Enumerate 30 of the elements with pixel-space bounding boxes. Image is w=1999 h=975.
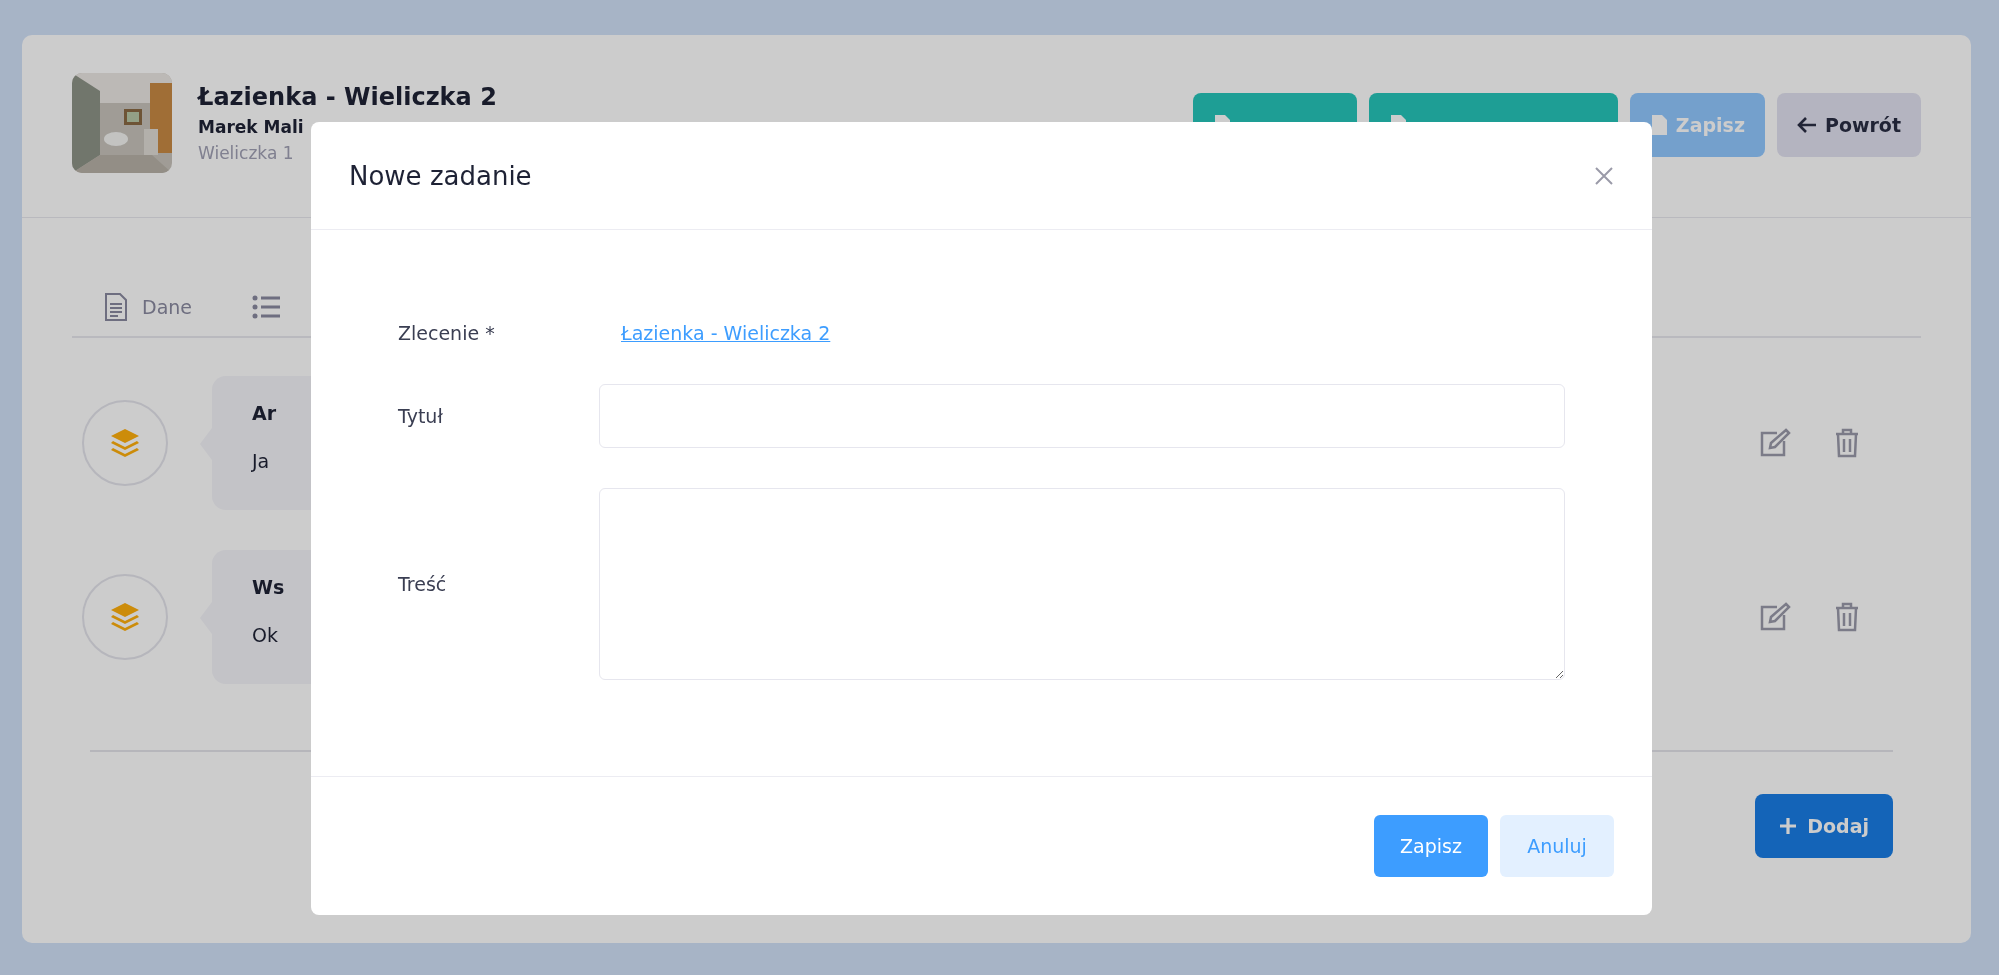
layers-icon — [109, 427, 141, 459]
tab-label[interactable]: Dane — [142, 296, 192, 318]
task-title: Ws — [252, 576, 285, 598]
edit-icon[interactable] — [1759, 428, 1791, 458]
field-label: Treść — [398, 573, 448, 595]
project-address: Wieliczka 1 — [198, 143, 295, 163]
task-title: Ar — [252, 402, 277, 424]
list-icon — [252, 295, 280, 319]
task-text: Ok — [252, 624, 278, 646]
document-icon — [104, 292, 128, 322]
project-title: Łazienka - Wieliczka 2 — [198, 83, 498, 111]
order-link[interactable]: Łazienka - Wieliczka 2 — [621, 322, 831, 344]
trash-icon[interactable] — [1835, 602, 1859, 632]
save-button[interactable]: Zapisz — [1374, 815, 1488, 877]
action-button[interactable]: Zapisz — [1629, 93, 1765, 157]
back-button[interactable]: Powrót — [1776, 93, 1921, 157]
title-input[interactable] — [599, 384, 1565, 448]
trash-icon[interactable] — [1835, 428, 1859, 458]
cancel-button[interactable]: Anuluj — [1500, 815, 1614, 877]
client-name: Marek Mali — [198, 117, 305, 137]
arrow-left-icon — [1796, 116, 1817, 134]
field-label: Zlecenie * — [398, 322, 496, 344]
add-button[interactable]: Dodaj — [1755, 794, 1893, 858]
layers-icon — [109, 601, 141, 633]
plus-icon — [1779, 817, 1798, 835]
edit-icon[interactable] — [1759, 602, 1791, 632]
task-text: Ja — [252, 450, 270, 472]
field-label: Tytuł — [398, 405, 444, 427]
close-icon — [1594, 165, 1614, 186]
modal-title: Nowe zadanie — [349, 160, 532, 191]
